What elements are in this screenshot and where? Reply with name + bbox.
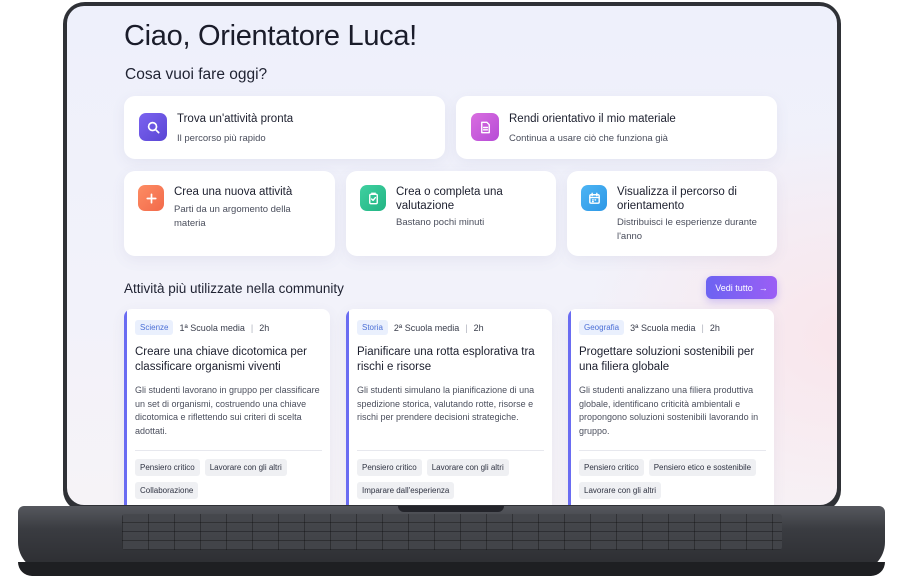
tag-list: Pensiero critico Lavorare con gli altri … bbox=[135, 459, 325, 499]
tag: Pensiero critico bbox=[357, 459, 422, 476]
activity-meta: Storia 2ª Scuola media | 2h bbox=[357, 320, 484, 335]
laptop-hinge-notch bbox=[398, 506, 504, 512]
action-create-assessment[interactable]: Crea o completa una valutazione Bastano … bbox=[346, 171, 556, 256]
activity-meta: Scienze 1ª Scuola media | 2h bbox=[135, 320, 269, 335]
tag: Pensiero critico bbox=[135, 459, 200, 476]
tag: Collaborazione bbox=[135, 482, 199, 499]
tag-list: Pensiero critico Pensiero etico e sosten… bbox=[579, 459, 769, 499]
quick-action-desc: Il percorso più rapido bbox=[177, 133, 266, 144]
laptop-keyboard bbox=[122, 514, 782, 550]
subject-badge: Storia bbox=[357, 320, 388, 335]
activity-desc: Gli studenti simulano la pianificazione … bbox=[357, 385, 535, 422]
activity-title: Creare una chiave dicotomica per classif… bbox=[135, 346, 307, 373]
meta-separator: | bbox=[701, 322, 704, 333]
quick-action-title: Rendi orientativo il mio materiale bbox=[509, 113, 676, 125]
clipboard-icon bbox=[360, 185, 386, 211]
subject-badge: Geografia bbox=[579, 320, 625, 335]
activity-accent-bar bbox=[124, 309, 127, 505]
action-desc: Distribuisci le esperienze durante l'ann… bbox=[617, 217, 757, 242]
tag: Pensiero etico e sostenibile bbox=[648, 459, 757, 476]
activity-card[interactable]: Geografia 3ª Scuola media | 2h Progettar… bbox=[568, 309, 774, 505]
card-divider bbox=[357, 450, 544, 451]
action-title: Visualizza il percorso di orientamento bbox=[617, 186, 737, 212]
card-divider bbox=[135, 450, 322, 451]
meta-separator: | bbox=[250, 322, 254, 333]
laptop-base-edge bbox=[18, 562, 885, 576]
quick-action-title: Trova un'attività pronta bbox=[177, 113, 294, 125]
arrow-right-icon: → bbox=[758, 282, 768, 293]
document-icon bbox=[471, 113, 499, 141]
tag: Imparare dall'esperienza bbox=[357, 482, 455, 499]
screen: Ciao, Orientatore Luca! Cosa vuoi fare o… bbox=[67, 6, 837, 505]
activity-card[interactable]: Scienze 1ª Scuola media | 2h Creare una … bbox=[124, 309, 330, 505]
section-title: Attività più utilizzate nella community bbox=[124, 281, 344, 296]
quick-action-adapt-material[interactable]: Rendi orientativo il mio materiale Conti… bbox=[456, 96, 777, 159]
quick-action-find-activity[interactable]: Trova un'attività pronta Il percorso più… bbox=[124, 96, 445, 159]
activity-accent-bar bbox=[568, 309, 571, 505]
plus-icon bbox=[138, 185, 164, 211]
tag-list: Pensiero critico Lavorare con gli altri … bbox=[357, 459, 547, 499]
meta-separator: | bbox=[465, 322, 468, 333]
view-all-button[interactable]: Vedi tutto → bbox=[706, 276, 777, 299]
duration: 2h bbox=[473, 322, 484, 333]
duration: 2h bbox=[709, 322, 720, 333]
duration: 2h bbox=[259, 322, 270, 333]
subject-badge: Scienze bbox=[135, 320, 174, 335]
view-all-label: Vedi tutto bbox=[715, 282, 753, 293]
tag: Lavorare con gli altri bbox=[579, 482, 662, 499]
action-title: Crea una nuova attività bbox=[174, 186, 293, 198]
tag: Pensiero critico bbox=[579, 459, 644, 476]
activity-card[interactable]: Storia 2ª Scuola media | 2h Pianificare … bbox=[346, 309, 552, 505]
action-desc: Bastano pochi minuti bbox=[396, 217, 485, 228]
tag: Lavorare con gli altri bbox=[426, 459, 509, 476]
school-level: 2ª Scuola media bbox=[393, 322, 460, 333]
activity-desc: Gli studenti analizzano una filiera prod… bbox=[579, 385, 759, 436]
action-title: Crea o completa una valutazione bbox=[396, 186, 503, 212]
page-title: Ciao, Orientatore Luca! bbox=[124, 20, 417, 52]
school-level: 1ª Scuola media bbox=[179, 322, 245, 333]
card-divider bbox=[579, 450, 766, 451]
activity-title: Pianificare una rotta esplorativa tra ri… bbox=[357, 346, 535, 373]
activity-meta: Geografia 3ª Scuola media | 2h bbox=[579, 320, 720, 335]
school-level: 3ª Scuola media bbox=[630, 322, 696, 333]
quick-action-desc: Continua a usare ciò che funziona già bbox=[509, 133, 668, 144]
activity-desc: Gli studenti lavorano in gruppo per clas… bbox=[135, 385, 320, 436]
action-create-activity[interactable]: Crea una nuova attività Parti da un argo… bbox=[124, 171, 335, 256]
search-icon bbox=[139, 113, 167, 141]
tag: Lavorare con gli altri bbox=[204, 459, 287, 476]
calendar-icon bbox=[581, 185, 607, 211]
activity-accent-bar bbox=[346, 309, 349, 505]
activity-title: Progettare soluzioni sostenibili per una… bbox=[579, 346, 755, 373]
page-subtitle: Cosa vuoi fare oggi? bbox=[125, 66, 268, 83]
action-view-path[interactable]: Visualizza il percorso di orientamento D… bbox=[567, 171, 777, 256]
action-desc: Parti da un argomento della materia bbox=[174, 204, 291, 229]
